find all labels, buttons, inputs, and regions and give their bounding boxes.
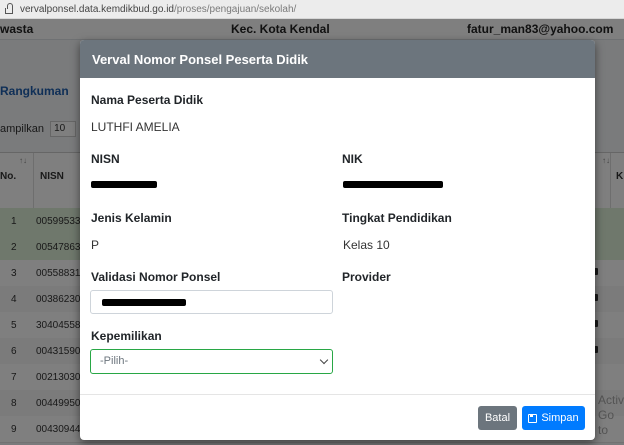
nik-redacted-value bbox=[343, 181, 443, 188]
lock-icon bbox=[5, 3, 13, 14]
url-text[interactable]: vervalponsel.data.kemdikbud.go.id/proses… bbox=[20, 4, 296, 15]
phone-number-input[interactable] bbox=[90, 290, 333, 314]
nik-label: NIK bbox=[342, 152, 363, 166]
nisn-redacted-value bbox=[91, 181, 157, 188]
education-level-label: Tingkat Pendidikan bbox=[342, 211, 452, 225]
gender-value: P bbox=[91, 238, 100, 252]
modal-header: Verval Nomor Ponsel Peserta Didik bbox=[80, 40, 595, 78]
save-button[interactable]: Simpan bbox=[522, 406, 585, 430]
verval-modal: Verval Nomor Ponsel Peserta Didik Nama P… bbox=[80, 40, 595, 440]
phone-redacted-value bbox=[102, 299, 186, 306]
student-name-label: Nama Peserta Didik bbox=[91, 93, 204, 107]
ownership-select[interactable]: -Pilih- bbox=[90, 349, 333, 374]
student-name-value: LUTHFI AMELIA bbox=[91, 120, 180, 134]
modal-title: Verval Nomor Ponsel Peserta Didik bbox=[92, 51, 309, 67]
ownership-label: Kepemilikan bbox=[91, 329, 162, 343]
phone-validation-label: Validasi Nomor Ponsel bbox=[91, 270, 221, 284]
save-icon bbox=[528, 413, 538, 423]
modal-footer-divider bbox=[80, 394, 595, 395]
education-level-value: Kelas 10 bbox=[343, 238, 390, 252]
provider-label: Provider bbox=[342, 270, 391, 284]
chevron-down-icon bbox=[319, 355, 329, 365]
cancel-button[interactable]: Batal bbox=[478, 406, 517, 430]
nisn-label: NISN bbox=[91, 152, 120, 166]
browser-url-bar[interactable]: vervalponsel.data.kemdikbud.go.id/proses… bbox=[0, 0, 624, 19]
ownership-selected-value: -Pilih- bbox=[100, 355, 129, 367]
save-button-label: Simpan bbox=[541, 412, 579, 424]
gender-label: Jenis Kelamin bbox=[91, 211, 172, 225]
cancel-button-label: Batal bbox=[484, 412, 511, 424]
